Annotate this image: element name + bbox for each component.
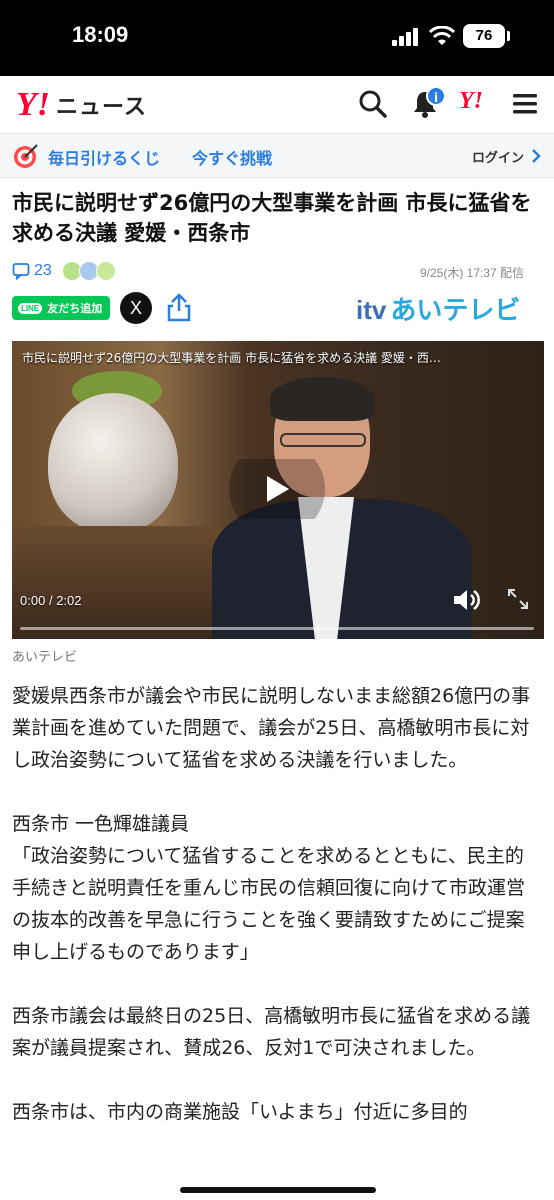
logo-text: ニュース xyxy=(56,95,147,120)
speaker-name: 西条市 一色輝雄議員 xyxy=(12,813,190,835)
video-table xyxy=(12,526,222,639)
logo-mark: Y! xyxy=(16,86,50,123)
article-paragraph: 西条市議会は最終日の25日、高橋敏明市長に猛省を求める議案が議員提案され、賛成2… xyxy=(12,1005,531,1059)
quote-paragraph: 「政治姿勢について猛省することを求めるとともに、民主的手続きと説明責任を重んじ市… xyxy=(12,845,526,963)
yahoo-icon[interactable]: Y! xyxy=(459,88,483,115)
menu-icon[interactable] xyxy=(510,89,540,119)
status-time: 18:09 xyxy=(72,22,129,47)
signal-icon xyxy=(392,28,420,46)
line-logo: LINE xyxy=(18,302,43,314)
video-timecode: 0:00 / 2:02 xyxy=(20,593,82,608)
lottery-banner[interactable]: 毎日引けるくじ 今すぐ挑戦 ログイン xyxy=(0,134,554,178)
lottery-label[interactable]: 毎日引けるくじ xyxy=(48,145,160,169)
video-current-time: 0:00 xyxy=(20,593,46,608)
lottery-cta[interactable]: 今すぐ挑戦 xyxy=(192,145,272,169)
comment-icon xyxy=(12,263,30,280)
provider-itv: itv xyxy=(356,295,387,325)
publish-date: 9/25(木) 17:37 配信 xyxy=(420,266,525,280)
article-body: 愛媛県西条市が議会や市民に説明しないまま総額26億円の事業計画を進めていた問題で… xyxy=(12,680,542,1160)
provider-name: あいテレビ xyxy=(390,296,521,326)
video-progress-bar[interactable] xyxy=(20,627,534,630)
article-paragraph: 愛媛県西条市が議会や市民に説明しないまま総額26億円の事業計画を進めていた問題で… xyxy=(12,685,531,771)
yahoo-news-logo[interactable]: Y! ニュース xyxy=(16,86,147,123)
x-share-button[interactable]: X xyxy=(120,292,152,324)
home-indicator[interactable] xyxy=(180,1187,376,1193)
share-icon[interactable] xyxy=(166,292,192,322)
login-link[interactable]: ログイン xyxy=(472,147,524,166)
reaction-face-icon xyxy=(95,261,116,281)
chevron-right-icon[interactable] xyxy=(531,149,541,163)
video-duration: 2:02 xyxy=(56,593,82,608)
wifi-icon xyxy=(429,26,455,45)
comment-link[interactable]: 23 xyxy=(12,258,116,284)
video-vase xyxy=(48,393,178,533)
video-caption: あいテレビ xyxy=(12,650,78,665)
search-icon[interactable] xyxy=(358,89,388,119)
article-paragraph: 西条市は、市内の商業施設「いよまち」付近に多目的 xyxy=(12,1101,468,1123)
fullscreen-icon[interactable] xyxy=(506,587,530,611)
play-icon[interactable] xyxy=(227,459,327,519)
article-title: 市民に説明せず26億円の大型事業を計画 市長に猛省を求める決議 愛媛・西条市 xyxy=(12,191,532,245)
line-add-friend-button[interactable]: LINE 友だち追加 xyxy=(12,296,110,320)
volume-icon[interactable] xyxy=(452,587,480,613)
battery-tip xyxy=(507,31,510,41)
provider-logo[interactable]: itv あいテレビ xyxy=(356,290,521,326)
video-title: 市民に説明せず26億円の大型事業を計画 市長に猛省を求める決議 愛媛・西… xyxy=(22,351,441,365)
comment-count: 23 xyxy=(34,262,52,279)
status-bar: 18:09 76 xyxy=(0,0,554,76)
line-add-friend-label: 友だち追加 xyxy=(47,302,103,315)
video-player[interactable]: 市民に説明せず26億円の大型事業を計画 市長に猛省を求める決議 愛媛・西… 0:… xyxy=(12,341,544,639)
battery-indicator: 76 xyxy=(463,24,505,48)
video-time-separator: / xyxy=(48,593,53,608)
target-icon xyxy=(14,144,38,168)
notification-badge: i xyxy=(426,86,446,106)
